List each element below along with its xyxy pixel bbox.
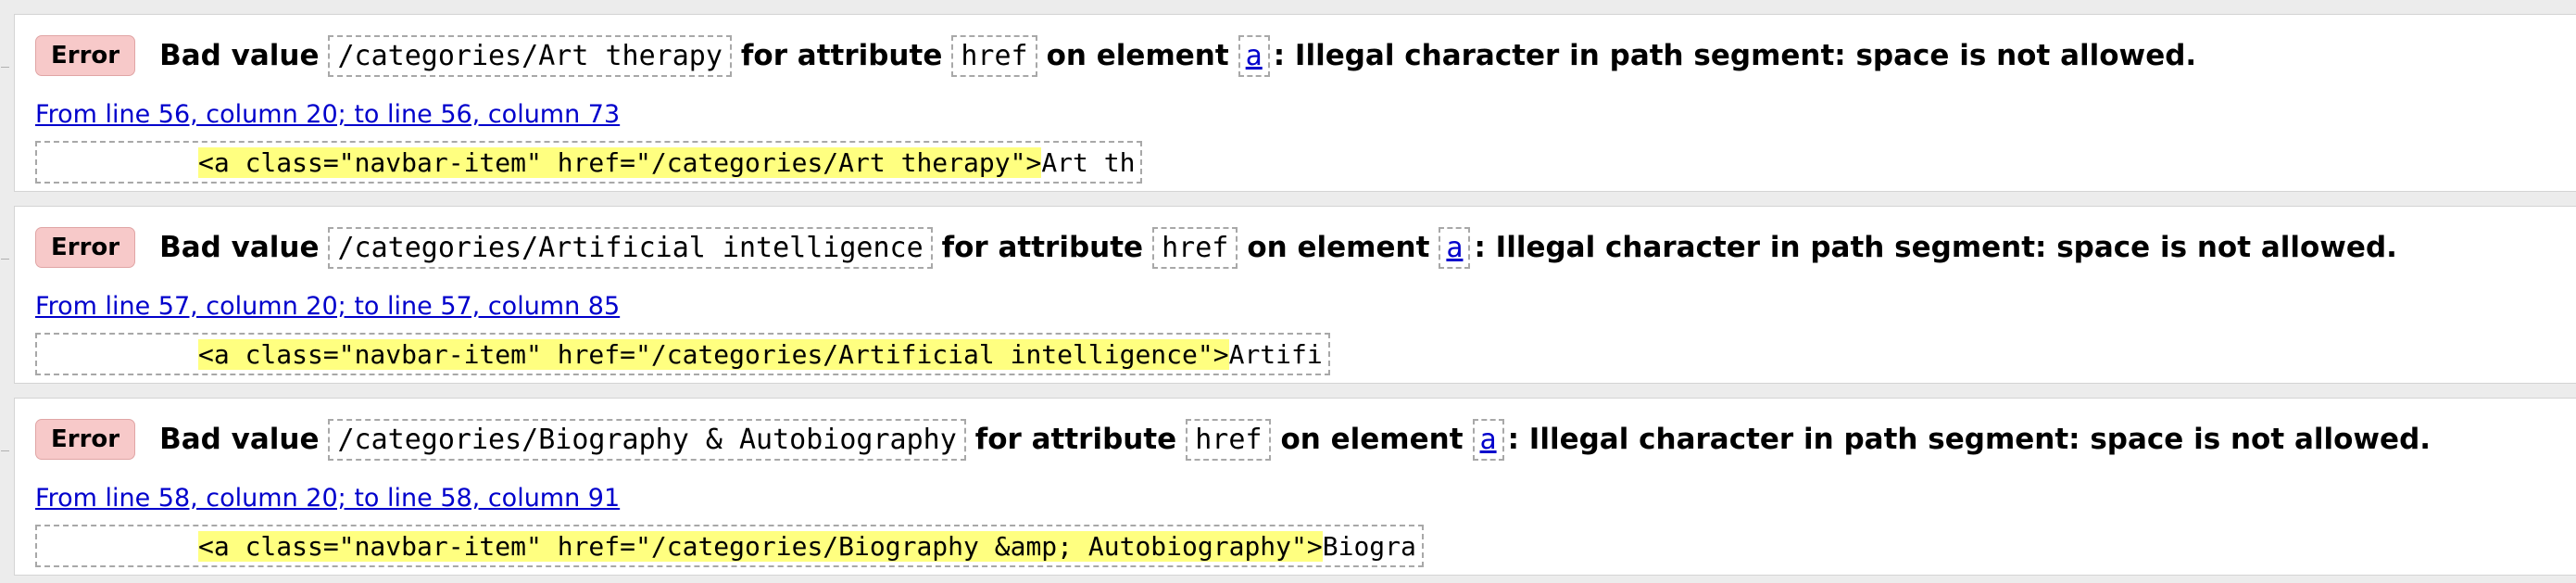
error-headline: Error Bad value /categories/Biography & … [35,415,2431,463]
error-badge: Error [35,419,136,460]
headline-prefix: Bad value [159,39,320,72]
element-link[interactable]: a [1238,34,1270,77]
headline-mid1: for attribute [941,231,1144,264]
headline-prefix: Bad value [159,423,320,456]
source-location-link[interactable]: From line 57, column 20; to line 57, col… [35,292,620,321]
headline-suffix: : Illegal character in path segment: spa… [1507,423,2431,456]
headline-mid2: on element [1247,231,1430,264]
extract-tail: Biogra [1322,530,1416,562]
extract-highlight: <a class="navbar-item" href="/categories… [198,338,1229,370]
error-headline: Error Bad value /categories/Artificial i… [35,223,2397,272]
source-location-link[interactable]: From line 56, column 20; to line 56, col… [35,100,620,129]
attribute-code: href [1152,226,1238,269]
source-extract: <a class="navbar-item" href="/categories… [35,333,1330,375]
element-link[interactable]: a [1472,418,1504,461]
extract-highlight: <a class="navbar-item" href="/categories… [198,530,1323,562]
bad-value-code: /categories/Art therapy [328,34,732,77]
extract-tail: Artifi [1228,338,1323,370]
headline-mid2: on element [1046,39,1229,72]
source-extract: <a class="navbar-item" href="/categories… [35,141,1143,184]
extract-tail: Art th [1041,146,1136,178]
headline-suffix: : Illegal character in path segment: spa… [1474,231,2397,264]
element-link[interactable]: a [1439,226,1471,269]
validator-results: Error Bad value /categories/Art therapy … [0,0,2576,583]
error-message: Error Bad value /categories/Artificial i… [1,206,2576,384]
list-marker [1,259,9,260]
source-location-link[interactable]: From line 58, column 20; to line 58, col… [35,484,620,513]
headline-mid2: on element [1280,423,1464,456]
headline-mid1: for attribute [974,423,1177,456]
error-message: Error Bad value /categories/Art therapy … [1,14,2576,192]
bad-value-code: /categories/Artificial intelligence [328,226,933,269]
headline-mid1: for attribute [740,39,943,72]
error-message: Error Bad value /categories/Biography & … [1,398,2576,576]
error-badge: Error [35,35,136,76]
extract-highlight: <a class="navbar-item" href="/categories… [198,146,1042,178]
headline-prefix: Bad value [159,231,320,264]
list-marker [1,450,9,451]
error-headline: Error Bad value /categories/Art therapy … [35,32,2196,80]
list-marker [1,67,9,68]
source-extract: <a class="navbar-item" href="/categories… [35,525,1424,567]
attribute-code: href [951,34,1037,77]
attribute-code: href [1186,418,1272,461]
headline-suffix: : Illegal character in path segment: spa… [1273,39,2197,72]
error-badge: Error [35,227,136,268]
bad-value-code: /categories/Biography & Autobiography [328,418,966,461]
